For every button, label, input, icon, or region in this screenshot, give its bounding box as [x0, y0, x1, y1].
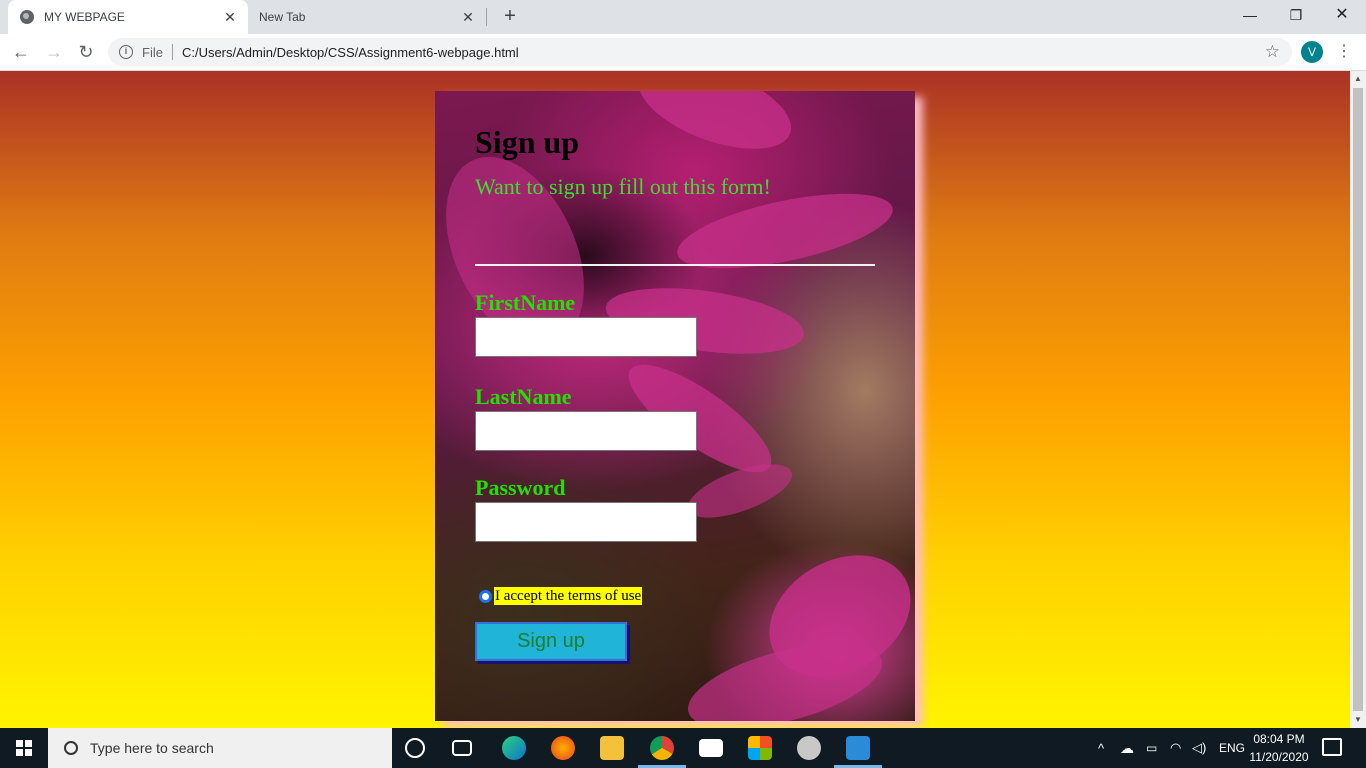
cortana-icon[interactable] — [405, 738, 425, 758]
forward-button[interactable]: → — [40, 38, 68, 66]
close-icon[interactable]: ✕ — [456, 9, 480, 26]
firstname-label: FirstName — [475, 290, 576, 315]
wifi-icon[interactable]: ◠ — [1170, 728, 1181, 768]
globe-icon — [20, 10, 34, 24]
search-icon — [64, 741, 78, 755]
back-button[interactable]: ← — [7, 38, 35, 66]
vscode-icon[interactable] — [846, 736, 870, 760]
tab-my-webpage[interactable]: MY WEBPAGE ✕ — [8, 0, 248, 34]
battery-icon[interactable]: ▭ — [1146, 728, 1157, 768]
lastname-input[interactable] — [475, 411, 697, 451]
clock-date: 11/20/2020 — [1249, 750, 1309, 764]
info-icon[interactable]: i — [119, 45, 133, 59]
scroll-down-arrow-icon[interactable]: ▼ — [1350, 712, 1366, 728]
signup-card: Sign up Want to sign up fill out this fo… — [435, 91, 915, 721]
password-label: Password — [475, 475, 566, 500]
volume-icon[interactable]: ◁) — [1192, 728, 1206, 768]
chrome-icon[interactable] — [650, 736, 674, 760]
terms-row[interactable]: I accept the terms of use — [479, 587, 643, 605]
scheme-label: File — [142, 44, 163, 60]
notification-center-icon[interactable] — [1322, 738, 1342, 756]
start-button[interactable] — [0, 728, 48, 768]
address-bar[interactable]: i File C:/Users/Admin/Desktop/CSS/Assign… — [108, 38, 1292, 66]
form-subtitle: Want to sign up fill out this form! — [475, 174, 771, 199]
reload-button[interactable]: ↻ — [72, 38, 100, 66]
vertical-scrollbar[interactable]: ▲ ▼ — [1350, 71, 1366, 728]
terms-radio[interactable] — [479, 589, 492, 603]
minimize-button[interactable]: — — [1227, 0, 1273, 30]
task-view-icon[interactable] — [452, 740, 472, 756]
lastname-label: LastName — [475, 384, 572, 409]
edge-icon[interactable] — [502, 736, 526, 760]
close-window-button[interactable]: ✕ — [1319, 0, 1365, 30]
clock-time: 08:04 PM — [1253, 732, 1305, 746]
tab-separator — [486, 8, 487, 26]
language-indicator[interactable]: ENG — [1219, 728, 1245, 768]
taskbar-search[interactable]: Type here to search — [48, 728, 392, 768]
scroll-thumb[interactable] — [1353, 88, 1363, 711]
terms-label[interactable]: I accept the terms of use — [494, 587, 643, 605]
firstname-input[interactable] — [475, 317, 697, 357]
password-input[interactable] — [475, 502, 697, 542]
tab-strip: MY WEBPAGE ✕ New Tab ✕ + — ❐ ✕ — [0, 0, 1366, 34]
onedrive-icon[interactable]: ☁ — [1120, 728, 1134, 768]
divider — [475, 264, 875, 266]
close-icon[interactable]: ✕ — [218, 9, 242, 26]
store-icon[interactable] — [748, 736, 772, 760]
paint-icon[interactable] — [797, 736, 821, 760]
browser-toolbar: ← → ↻ i File C:/Users/Admin/Desktop/CSS/… — [0, 34, 1366, 71]
windows-logo-icon — [16, 740, 32, 756]
file-explorer-icon[interactable] — [600, 736, 624, 760]
page-viewport: Sign up Want to sign up fill out this fo… — [0, 71, 1350, 728]
profile-avatar[interactable]: V — [1301, 41, 1323, 63]
system-clock[interactable]: 08:04 PM 11/20/2020 — [1248, 730, 1310, 766]
restore-button[interactable]: ❐ — [1273, 0, 1319, 30]
tab-new-tab[interactable]: New Tab ✕ — [250, 0, 486, 34]
signup-button[interactable]: Sign up — [475, 622, 627, 661]
scroll-up-arrow-icon[interactable]: ▲ — [1350, 71, 1366, 87]
omnibox-separator — [171, 44, 173, 60]
form-title: Sign up — [475, 124, 580, 160]
firefox-icon[interactable] — [551, 736, 575, 760]
menu-kebab-icon[interactable]: ⋮ — [1336, 39, 1352, 65]
search-placeholder: Type here to search — [90, 740, 214, 756]
tab-title: New Tab — [259, 10, 306, 24]
url-text[interactable]: C:/Users/Admin/Desktop/CSS/Assignment6-w… — [182, 45, 519, 60]
bookmark-star-icon[interactable]: ☆ — [1265, 42, 1280, 62]
show-hidden-icons-icon[interactable]: ^ — [1098, 728, 1104, 768]
windows-taskbar: Type here to search ^ ☁ ▭ ◠ ◁) ENG 08:04… — [0, 728, 1366, 768]
new-tab-button[interactable]: + — [498, 4, 522, 28]
mail-icon[interactable] — [699, 739, 723, 757]
tab-title: MY WEBPAGE — [44, 10, 125, 24]
